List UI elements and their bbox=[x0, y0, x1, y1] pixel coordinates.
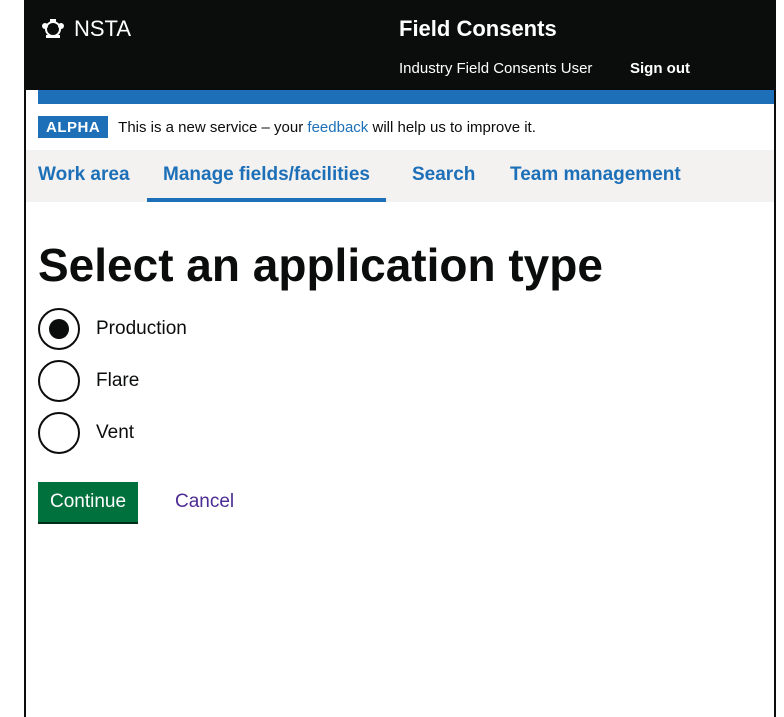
continue-button[interactable]: Continue bbox=[38, 482, 139, 522]
crest-icon bbox=[42, 19, 64, 38]
radio-button-vent[interactable] bbox=[38, 412, 80, 454]
page-frame: NSTA Field Consents Industry Field Conse… bbox=[24, 0, 776, 717]
phase-tag: ALPHA bbox=[38, 116, 109, 138]
radio-button-production[interactable] bbox=[38, 308, 80, 350]
radio-option-flare[interactable]: Flare bbox=[38, 360, 139, 402]
sign-out-link[interactable]: Sign out bbox=[630, 60, 690, 77]
radio-label-flare[interactable]: Flare bbox=[96, 370, 139, 392]
cancel-link[interactable]: Cancel bbox=[175, 491, 234, 513]
nav-item-team-management[interactable]: Team management bbox=[510, 150, 681, 202]
phase-text-after: will help us to improve it. bbox=[368, 118, 536, 136]
service-name[interactable]: Field Consents bbox=[399, 16, 557, 42]
radio-label-vent[interactable]: Vent bbox=[96, 422, 134, 444]
site-header: NSTA Field Consents Industry Field Conse… bbox=[26, 0, 774, 90]
radio-label-production[interactable]: Production bbox=[96, 318, 187, 340]
radio-option-vent[interactable]: Vent bbox=[38, 412, 134, 454]
phase-text-before: This is a new service – your bbox=[118, 118, 308, 136]
phase-banner: ALPHA This is a new service – your feedb… bbox=[38, 104, 774, 150]
nsta-logo-link[interactable]: NSTA bbox=[40, 16, 131, 42]
nav-item-work-area[interactable]: Work area bbox=[38, 150, 130, 202]
radio-option-production[interactable]: Production bbox=[38, 308, 187, 350]
logo-text: NSTA bbox=[74, 16, 132, 41]
primary-navigation: Work area Manage fields/facilities Searc… bbox=[26, 150, 774, 202]
phase-banner-text: This is a new service – your feedback wi… bbox=[118, 119, 536, 136]
nav-item-search[interactable]: Search bbox=[412, 150, 475, 202]
user-name: Industry Field Consents User bbox=[399, 60, 593, 77]
feedback-link[interactable]: feedback bbox=[307, 119, 368, 136]
header-blue-bar bbox=[38, 90, 774, 104]
radio-button-flare[interactable] bbox=[38, 360, 80, 402]
nav-item-manage-fields[interactable]: Manage fields/facilities bbox=[147, 150, 386, 202]
page-title: Select an application type bbox=[38, 239, 603, 291]
